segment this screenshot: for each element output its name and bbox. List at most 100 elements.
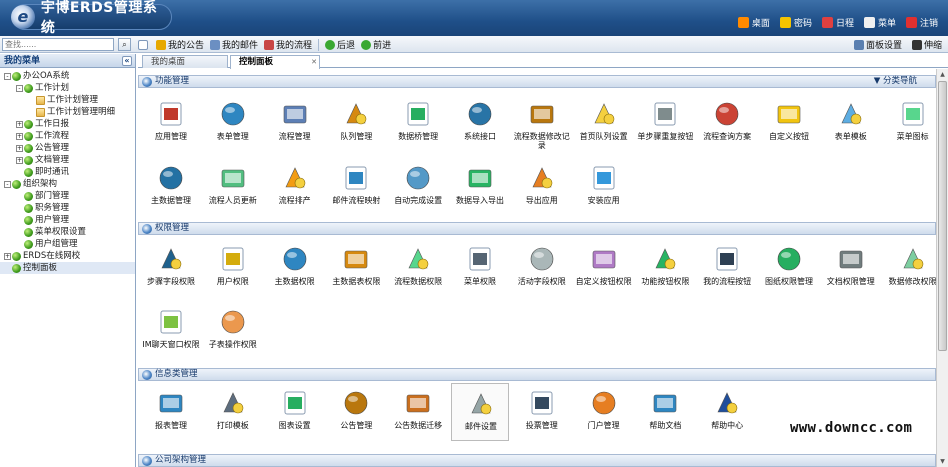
topnav-item-logout[interactable]: 注销 bbox=[905, 16, 938, 29]
toolbar-forward-button[interactable]: 前进 bbox=[361, 38, 391, 51]
panel-item[interactable]: 表单模板 bbox=[822, 94, 880, 152]
panel-item[interactable]: 自定义按钮 bbox=[760, 94, 818, 152]
collapse-node-icon[interactable]: - bbox=[16, 84, 23, 92]
panel-item[interactable]: 投票管理 bbox=[513, 383, 571, 441]
panel-item[interactable]: 首页队列设置 bbox=[575, 94, 633, 152]
panel-item[interactable]: 文档权限管理 bbox=[822, 239, 880, 297]
expand-node-icon[interactable]: + bbox=[4, 252, 11, 260]
scroll-thumb[interactable] bbox=[938, 81, 947, 351]
panel-item[interactable]: 图纸权限管理 bbox=[760, 239, 818, 297]
panel-item[interactable]: 邮件流程映射 bbox=[327, 158, 385, 216]
sidebar-item[interactable]: - 组织架构 bbox=[0, 178, 135, 190]
panel-item[interactable]: 流程管理 bbox=[266, 94, 324, 152]
panel-item[interactable]: 数据导入导出 bbox=[451, 158, 509, 216]
expand-node-icon[interactable]: + bbox=[16, 132, 23, 140]
panel-item[interactable]: 公告管理 bbox=[327, 383, 385, 441]
panel-item[interactable]: 流程人员更新 bbox=[204, 158, 262, 216]
panel-item[interactable]: 主数据表权限 bbox=[327, 239, 385, 297]
panel-item[interactable]: 邮件设置 bbox=[451, 383, 509, 441]
section-header[interactable]: 公司架构管理 bbox=[138, 454, 936, 467]
toolbar-back-button[interactable]: 后退 bbox=[325, 38, 355, 51]
panel-item[interactable]: 数据修改权限 bbox=[884, 239, 936, 297]
panel-item[interactable]: 活动字段权限 bbox=[513, 239, 571, 297]
toolbar-expand-button[interactable]: 伸缩 bbox=[911, 38, 942, 51]
panel-item[interactable]: 流程排产 bbox=[266, 158, 324, 216]
scroll-down-icon[interactable]: ▼ bbox=[937, 456, 948, 467]
panel-item[interactable]: 数据桥管理 bbox=[389, 94, 447, 152]
menu-search-input[interactable] bbox=[2, 38, 114, 51]
panel-item[interactable]: 自动完成设置 bbox=[389, 158, 447, 216]
panel-item[interactable]: 表单管理 bbox=[204, 94, 262, 152]
tab-control-panel[interactable]: 控制面板 ✕ bbox=[230, 55, 320, 69]
topnav-item-key[interactable]: 密码 bbox=[779, 16, 812, 29]
sidebar-item[interactable]: 部门管理 bbox=[0, 190, 135, 202]
sidebar-item[interactable]: - 工作计划 bbox=[0, 82, 135, 94]
panel-item[interactable]: 图表设置 bbox=[266, 383, 324, 441]
search-button[interactable]: ⌕ bbox=[118, 38, 131, 51]
panel-item[interactable]: 主数据权限 bbox=[266, 239, 324, 297]
topnav-item-menu[interactable]: 菜单 bbox=[863, 16, 896, 29]
panel-item[interactable]: 流程数据权限 bbox=[389, 239, 447, 297]
expand-node-icon[interactable]: + bbox=[16, 156, 23, 164]
panel-item[interactable]: 流程数据修改记录 bbox=[513, 94, 571, 152]
panel-item[interactable]: IM聊天窗口权限 bbox=[142, 302, 200, 360]
topnav-item-home[interactable]: 桌面 bbox=[737, 16, 770, 29]
toolbar-grid-toggle[interactable] bbox=[138, 38, 150, 51]
section-header[interactable]: 权限管理 bbox=[138, 222, 936, 235]
sidebar-item[interactable]: + 公告管理 bbox=[0, 142, 135, 154]
tab-my-desktop[interactable]: 我的桌面 bbox=[142, 55, 228, 68]
panel-item[interactable]: 应用管理 bbox=[142, 94, 200, 152]
sidebar-item[interactable]: 用户管理 bbox=[0, 214, 135, 226]
sidebar-item[interactable]: 用户组管理 bbox=[0, 238, 135, 250]
panel-item[interactable]: 自定义按钮权限 bbox=[575, 239, 633, 297]
topnav-item-calendar[interactable]: 日程 bbox=[821, 16, 854, 29]
toolbar-mail-button[interactable]: 我的邮件 bbox=[210, 38, 258, 51]
panel-item[interactable]: 系统接口 bbox=[451, 94, 509, 152]
panel-item[interactable]: 报表管理 bbox=[142, 383, 200, 441]
panel-item[interactable]: 单步骤重复按钮 bbox=[636, 94, 694, 152]
grid-toggle-icon bbox=[138, 39, 148, 50]
panel-item[interactable]: 流程查询方案 bbox=[698, 94, 756, 152]
panel-item[interactable]: 门户管理 bbox=[575, 383, 633, 441]
sidebar-item[interactable]: 职务管理 bbox=[0, 202, 135, 214]
sidebar-item[interactable]: 菜单权限设置 bbox=[0, 226, 135, 238]
panel-item[interactable]: 功能按钮权限 bbox=[636, 239, 694, 297]
scroll-up-icon[interactable]: ▲ bbox=[937, 69, 948, 80]
category-nav-button[interactable]: ▼ 分类导航 bbox=[874, 76, 917, 87]
tab-close-icon[interactable]: ✕ bbox=[311, 56, 317, 68]
collapse-node-icon[interactable]: - bbox=[4, 180, 11, 188]
toolbar-announcement-button[interactable]: 我的公告 bbox=[156, 38, 204, 51]
collapse-node-icon[interactable]: - bbox=[4, 72, 11, 80]
toolbar-flow-button[interactable]: 我的流程 bbox=[264, 38, 312, 51]
panel-item[interactable]: 公告数据迁移 bbox=[389, 383, 447, 441]
sidebar-item[interactable]: 工作计划管理 bbox=[0, 94, 135, 106]
toolbar-panel-settings-button[interactable]: 面板设置 bbox=[853, 38, 902, 51]
sidebar-collapse-button[interactable]: « bbox=[122, 56, 132, 66]
panel-item[interactable]: 菜单图标 bbox=[884, 94, 936, 152]
panel-item[interactable]: 帮助文档 bbox=[636, 383, 694, 441]
panel-item[interactable]: 主数据管理 bbox=[142, 158, 200, 216]
panel-item[interactable]: 子表操作权限 bbox=[204, 302, 262, 360]
panel-item[interactable]: 打印模板 bbox=[204, 383, 262, 441]
sidebar-item[interactable]: + 工作日报 bbox=[0, 118, 135, 130]
panel-item[interactable]: 帮助中心 bbox=[698, 383, 756, 441]
panel-item[interactable]: 菜单权限 bbox=[451, 239, 509, 297]
sidebar-item[interactable]: + 文档管理 bbox=[0, 154, 135, 166]
panel-item[interactable]: 队列管理 bbox=[327, 94, 385, 152]
panel-item[interactable]: 导出应用 bbox=[513, 158, 571, 216]
sidebar-item[interactable]: + ERDS在线网校 bbox=[0, 250, 135, 262]
section-header[interactable]: 信息类管理 bbox=[138, 368, 936, 381]
panel-item[interactable]: 步骤字段权限 bbox=[142, 239, 200, 297]
panel-item[interactable]: 用户权限 bbox=[204, 239, 262, 297]
main-scrollbar[interactable]: ▲ ▼ bbox=[936, 69, 948, 467]
sidebar-item[interactable]: 即时通讯 bbox=[0, 166, 135, 178]
sidebar-item[interactable]: 工作计划管理明细 bbox=[0, 106, 135, 118]
section-header[interactable]: 功能管理 ▼ 分类导航 bbox=[138, 75, 936, 88]
sidebar-item[interactable]: + 工作流程 bbox=[0, 130, 135, 142]
panel-item[interactable]: 我的流程按钮 bbox=[698, 239, 756, 297]
expand-node-icon[interactable]: + bbox=[16, 144, 23, 152]
sidebar-item[interactable]: - 办公OA系统 bbox=[0, 70, 135, 82]
panel-item[interactable]: 安装应用 bbox=[575, 158, 633, 216]
sidebar-item[interactable]: 控制面板 bbox=[0, 262, 135, 274]
expand-node-icon[interactable]: + bbox=[16, 120, 23, 128]
